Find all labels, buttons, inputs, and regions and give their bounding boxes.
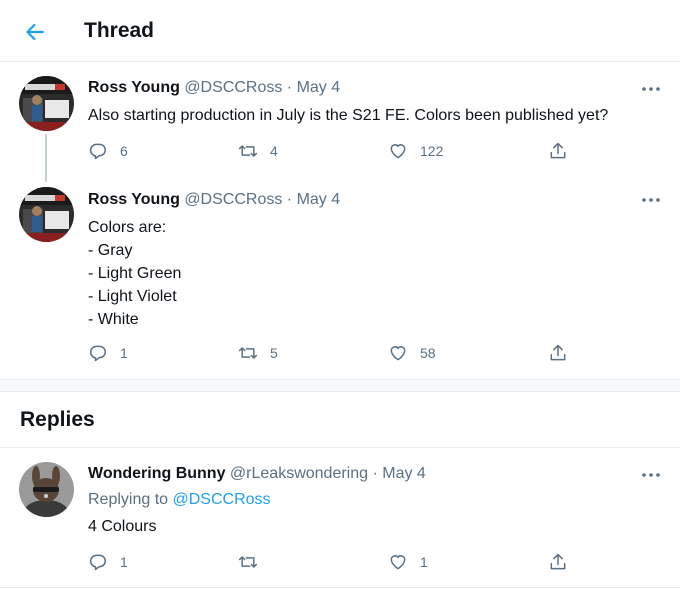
tweet-date[interactable]: May 4 xyxy=(297,191,341,208)
replying-prefix: Replying to xyxy=(88,491,169,508)
share-button[interactable] xyxy=(548,551,580,573)
separator: · xyxy=(286,191,293,208)
separator: · xyxy=(286,79,293,96)
tweet-text: Also starting production in July is the … xyxy=(88,104,608,127)
reply-button[interactable]: 6 xyxy=(88,140,128,162)
avatar[interactable] xyxy=(19,187,74,242)
more-dots-icon xyxy=(642,198,660,202)
retweet-count: 4 xyxy=(270,143,278,159)
more-button[interactable] xyxy=(640,468,662,482)
replies-heading: Replies xyxy=(20,408,95,431)
divider xyxy=(0,587,680,588)
speech-bubble-icon xyxy=(89,345,106,362)
tweet-actions: 1 1 xyxy=(88,551,578,573)
speech-bubble-icon xyxy=(89,554,106,571)
retweet-button[interactable]: 4 xyxy=(238,140,278,162)
author-handle[interactable]: @rLeakswondering xyxy=(230,465,368,482)
like-count: 1 xyxy=(420,554,428,570)
avatar[interactable] xyxy=(19,462,74,517)
avatar[interactable] xyxy=(19,76,74,131)
section-separator xyxy=(0,379,680,392)
author-name[interactable]: Wondering Bunny xyxy=(88,465,225,482)
text-line: Colors are: xyxy=(88,219,167,236)
retweet-icon xyxy=(238,347,258,359)
retweet-icon xyxy=(238,145,258,157)
more-dots-icon xyxy=(642,473,660,477)
tweet-actions: 6 4 122 xyxy=(88,140,578,162)
share-icon xyxy=(550,344,566,361)
more-button[interactable] xyxy=(640,82,662,96)
tweet-date[interactable]: May 4 xyxy=(382,465,426,482)
reply-count: 6 xyxy=(120,143,128,159)
text-line: - Gray xyxy=(88,242,133,259)
reply-button[interactable]: 1 xyxy=(88,551,128,573)
replying-to: Replying to @DSCCRoss xyxy=(88,491,271,509)
heart-icon xyxy=(390,555,406,570)
share-icon xyxy=(550,553,566,570)
arrow-left-icon xyxy=(25,23,44,41)
author-name[interactable]: Ross Young xyxy=(88,79,180,96)
retweet-icon xyxy=(238,556,258,568)
heart-icon xyxy=(390,144,406,159)
text-line: - White xyxy=(88,311,139,328)
reply-button[interactable]: 1 xyxy=(88,342,128,364)
retweet-count: 5 xyxy=(270,345,278,361)
reply-tweet[interactable]: Wondering Bunny @rLeakswondering · May 4… xyxy=(0,448,680,587)
tweet-header: Ross Young @DSCCRoss · May 4 xyxy=(88,191,340,209)
speech-bubble-icon xyxy=(89,143,106,160)
like-button[interactable]: 122 xyxy=(388,140,443,162)
reply-count: 1 xyxy=(120,554,128,570)
tweet-1[interactable]: Ross Young @DSCCRoss · May 4 Also starti… xyxy=(0,62,680,182)
text-line: - Light Violet xyxy=(88,288,177,305)
back-button[interactable] xyxy=(22,19,48,45)
tweet-header: Ross Young @DSCCRoss · May 4 xyxy=(88,79,340,97)
tweet-text: 4 Colours xyxy=(88,515,156,538)
page-title: Thread xyxy=(84,19,155,42)
like-button[interactable]: 1 xyxy=(388,551,428,573)
tweet-actions: 1 5 58 xyxy=(88,342,578,364)
reply-count: 1 xyxy=(120,345,128,361)
share-icon xyxy=(550,142,566,159)
like-button[interactable]: 58 xyxy=(388,342,436,364)
share-button[interactable] xyxy=(548,342,580,364)
share-button[interactable] xyxy=(548,140,580,162)
author-handle[interactable]: @DSCCRoss xyxy=(184,191,282,208)
tweet-text: Colors are: - Gray - Light Green - Light… xyxy=(88,216,181,331)
author-handle[interactable]: @DSCCRoss xyxy=(184,79,282,96)
tweet-2[interactable]: Ross Young @DSCCRoss · May 4 Colors are:… xyxy=(0,182,680,379)
like-count: 58 xyxy=(420,345,436,361)
retweet-button[interactable]: 5 xyxy=(238,342,278,364)
text-line: Also starting production in July is the … xyxy=(88,107,609,124)
separator: · xyxy=(372,465,378,482)
like-count: 122 xyxy=(420,143,444,159)
tweet-date[interactable]: May 4 xyxy=(297,79,341,96)
more-dots-icon xyxy=(642,87,660,91)
thread-header: Thread xyxy=(0,0,680,62)
heart-icon xyxy=(390,346,406,361)
tweet-header: Wondering Bunny @rLeakswondering · May 4 xyxy=(88,465,426,483)
more-button[interactable] xyxy=(640,193,662,207)
author-name[interactable]: Ross Young xyxy=(88,191,180,208)
replying-handle-link[interactable]: @DSCCRoss xyxy=(173,491,271,508)
text-line: 4 Colours xyxy=(88,518,157,535)
text-line: - Light Green xyxy=(88,265,182,282)
thread-connector xyxy=(45,134,47,182)
retweet-button[interactable] xyxy=(238,551,270,573)
